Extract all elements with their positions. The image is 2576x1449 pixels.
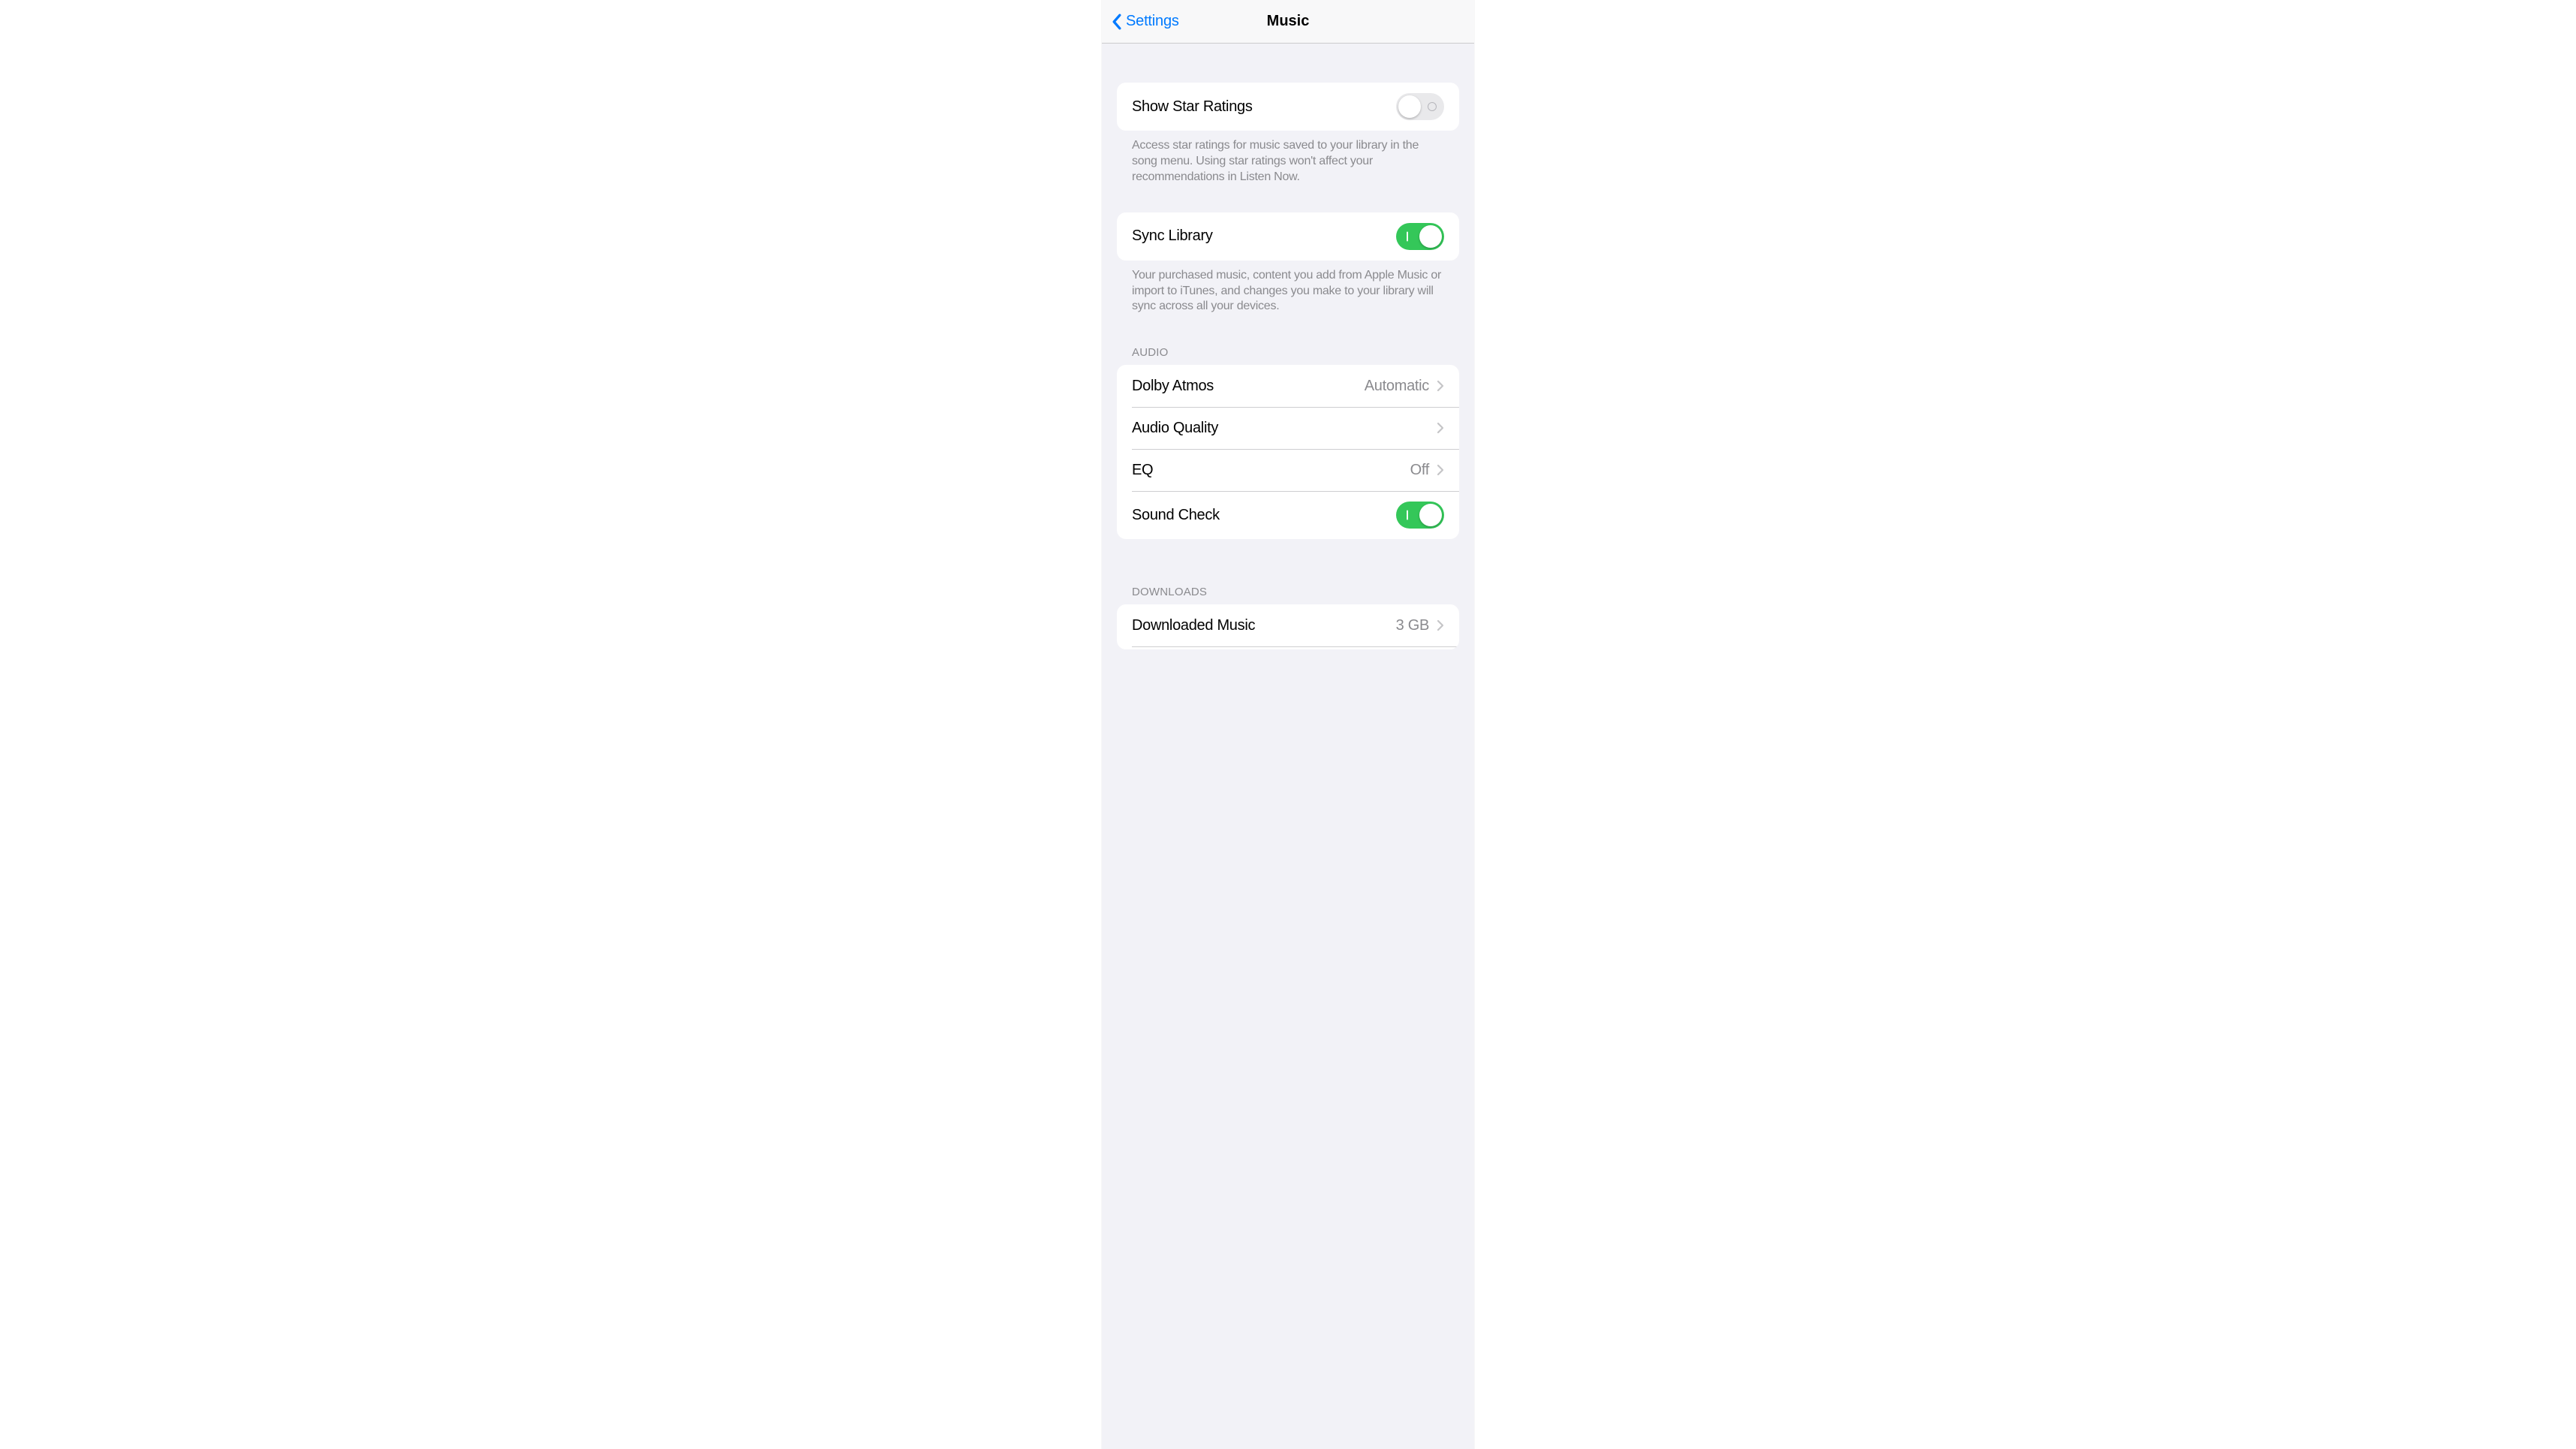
truncated-previous-footer: your playlists.: [1102, 44, 1474, 53]
back-button[interactable]: Settings: [1108, 13, 1179, 30]
show-star-ratings-label: Show Star Ratings: [1132, 98, 1253, 116]
chevron-right-icon: [1437, 422, 1444, 434]
dolby-atmos-label: Dolby Atmos: [1132, 378, 1214, 395]
dolby-atmos-row[interactable]: Dolby Atmos Automatic: [1117, 365, 1459, 407]
show-star-ratings-row: Show Star Ratings: [1117, 83, 1459, 131]
star-ratings-group: Show Star Ratings Access star ratings fo…: [1117, 83, 1459, 185]
sync-library-label: Sync Library: [1132, 227, 1213, 245]
chevron-right-icon: [1437, 380, 1444, 392]
dolby-atmos-value: Automatic: [1365, 378, 1429, 395]
nav-bar: Settings Music: [1102, 0, 1474, 44]
eq-value: Off: [1410, 462, 1429, 479]
next-row-placeholder[interactable]: [1117, 646, 1459, 649]
star-ratings-footer: Access star ratings for music saved to y…: [1117, 131, 1459, 185]
downloaded-music-label: Downloaded Music: [1132, 617, 1255, 634]
chevron-right-icon: [1437, 464, 1444, 476]
downloaded-music-row[interactable]: Downloaded Music 3 GB: [1117, 604, 1459, 646]
downloads-group: DOWNLOADS Downloaded Music 3 GB: [1117, 586, 1459, 649]
sync-library-row: Sync Library: [1117, 212, 1459, 261]
eq-row[interactable]: EQ Off: [1117, 449, 1459, 491]
sync-library-group: Sync Library Your purchased music, conte…: [1117, 212, 1459, 315]
toggle-knob: [1419, 225, 1442, 248]
toggle-knob: [1419, 504, 1442, 526]
music-settings-screen: Settings Music your playlists. Show Star…: [1102, 0, 1474, 1449]
chevron-right-icon: [1437, 619, 1444, 631]
back-label: Settings: [1126, 13, 1179, 30]
audio-quality-row[interactable]: Audio Quality: [1117, 407, 1459, 449]
sync-library-footer: Your purchased music, content you add fr…: [1117, 261, 1459, 315]
toggle-knob: [1398, 95, 1421, 118]
downloads-section-header: DOWNLOADS: [1132, 586, 1459, 598]
downloaded-music-value: 3 GB: [1396, 617, 1429, 634]
audio-group: AUDIO Dolby Atmos Automatic Audio Qualit…: [1117, 346, 1459, 539]
audio-section-header: AUDIO: [1132, 346, 1459, 359]
show-star-ratings-toggle[interactable]: [1396, 93, 1444, 120]
eq-label: EQ: [1132, 462, 1153, 479]
sound-check-row: Sound Check: [1117, 491, 1459, 539]
sync-library-toggle[interactable]: [1396, 223, 1444, 250]
sound-check-label: Sound Check: [1132, 507, 1220, 524]
settings-content[interactable]: your playlists. Show Star Ratings Access…: [1102, 44, 1474, 1449]
chevron-left-icon: [1111, 14, 1123, 30]
sound-check-toggle[interactable]: [1396, 502, 1444, 529]
audio-quality-label: Audio Quality: [1132, 420, 1218, 437]
